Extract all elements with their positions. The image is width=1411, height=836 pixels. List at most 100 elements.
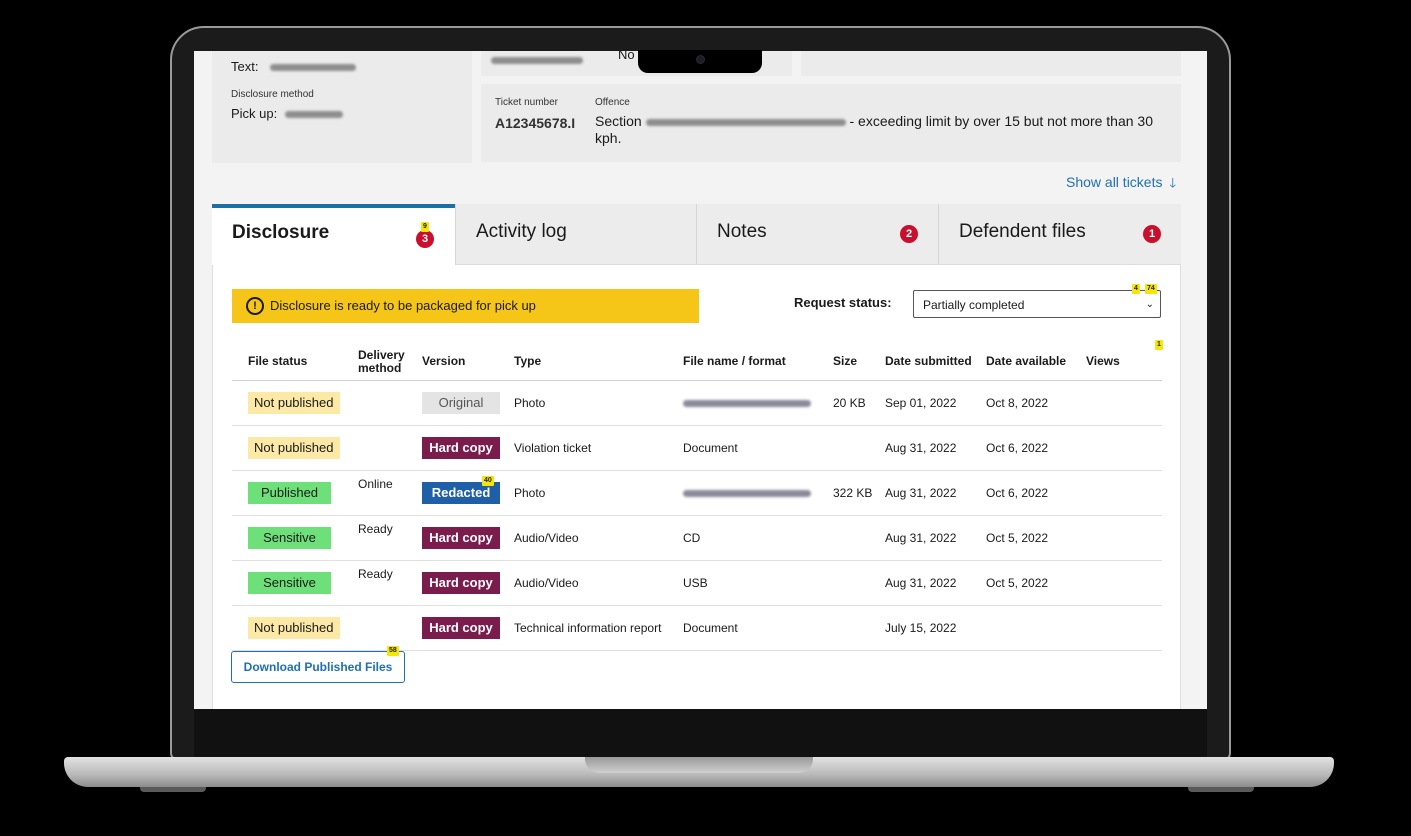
redacted-statute: [645, 118, 846, 126]
pick-up-label: Pick up:: [231, 106, 278, 121]
disclosure-panel: ! Disclosure is ready to be packaged for…: [212, 265, 1181, 709]
download-published-files-button[interactable]: Download Published Files: [231, 651, 405, 683]
cell-date-submitted: Sep 01, 2022: [875, 380, 978, 426]
version-label: Hard copy: [429, 440, 493, 455]
offence-description: - exceeding limit by over 15 but not mor…: [595, 113, 1153, 146]
cell-delivery: Online: [342, 470, 414, 516]
col-type: Type: [506, 343, 675, 381]
cell-delivery: Ready: [342, 515, 414, 561]
cell-file-name: [675, 470, 825, 516]
cell-file: USB: [683, 576, 708, 590]
version-label: Hard copy: [429, 530, 493, 545]
show-all-tickets-label: Show all tickets: [1066, 174, 1163, 190]
version-badge: Original: [422, 392, 500, 414]
request-status-value: Partially completed: [923, 298, 1025, 312]
ticket-number: A12345678.I: [495, 115, 576, 131]
cell-date-available: [978, 605, 1078, 651]
col-size: Size: [825, 343, 875, 381]
cell-type: Technical information report: [506, 605, 675, 651]
redacted-location: [284, 111, 343, 119]
request-status-select[interactable]: Partially completed ⌄: [913, 290, 1161, 318]
offence-text: Section - exceeding limit by over 15 but…: [595, 113, 1155, 147]
version-label: Redacted: [431, 485, 491, 500]
cell-file-name: Document: [675, 605, 825, 651]
table-row[interactable]: Not published Original Photo 20 KB Sep 0…: [232, 380, 1162, 426]
cell-date-submitted: Aug 31, 2022: [875, 515, 978, 561]
cell-date-available: Oct 6, 2022: [978, 425, 1078, 471]
redacted-file-link[interactable]: [683, 400, 811, 408]
camera-icon: [696, 55, 705, 64]
offence-prefix: Section: [595, 113, 642, 129]
cell-views: [1078, 380, 1162, 426]
cell-views: [1078, 605, 1162, 651]
tab-defendent-files[interactable]: Defendent files 1: [938, 204, 1181, 265]
table-header-row: File status Delivery method Version Type…: [232, 343, 1162, 381]
cell-type: Photo: [506, 380, 675, 426]
cell-file-name: CD: [675, 515, 825, 561]
ticket-card: Ticket number Offence A12345678.I Sectio…: [481, 84, 1181, 162]
table-row[interactable]: Sensitive Ready Hard copy Audio/Video CD…: [232, 515, 1162, 561]
cell-file: Document: [683, 441, 738, 455]
col-views: Views: [1078, 343, 1162, 381]
arrow-down-icon: 🡓: [1169, 175, 1177, 190]
file-status-badge: Not published: [248, 437, 340, 459]
table-row[interactable]: Not published Hard copy Technical inform…: [232, 605, 1162, 651]
tab-disclosure-label: Disclosure: [232, 222, 330, 243]
laptop-foot-left: [140, 787, 206, 792]
cell-date-available: Oct 5, 2022: [978, 515, 1078, 561]
laptop-foot-right: [1188, 787, 1254, 792]
cell-file: Document: [683, 621, 738, 635]
redacted-phone: [270, 64, 357, 72]
redacted-file-link[interactable]: [683, 490, 811, 498]
col-date-submitted: Date submitted: [875, 343, 978, 381]
tab-notes-badge: 2: [900, 225, 918, 243]
cell-date-available: Oct 8, 2022: [978, 380, 1078, 426]
cell-date-submitted: Aug 31, 2022: [875, 470, 978, 516]
cell-size: [825, 425, 875, 471]
disclosure-method-label: Disclosure method: [231, 89, 314, 100]
version-label: Hard copy: [429, 620, 493, 635]
cell-delivery: [342, 425, 414, 471]
marker-redacted: 40: [482, 476, 494, 486]
cell-type: Audio/Video: [506, 560, 675, 606]
file-status-badge: Not published: [248, 392, 340, 414]
marker-select-a: 4: [1132, 284, 1140, 294]
cell-type: Photo: [506, 470, 675, 516]
ready-alert: ! Disclosure is ready to be packaged for…: [232, 289, 699, 323]
info-card: [801, 51, 1181, 76]
cell-views: [1078, 515, 1162, 561]
cell-delivery: Ready: [342, 560, 414, 606]
version-badge: Hard copy: [422, 437, 500, 459]
table-row[interactable]: Sensitive Ready Hard copy Audio/Video US…: [232, 560, 1162, 606]
ticket-number-label: Ticket number: [495, 97, 558, 108]
cell-file-name: Document: [675, 425, 825, 471]
table-row[interactable]: Not published Hard copy Violation ticket…: [232, 425, 1162, 471]
tab-disclosure[interactable]: Disclosure 3 9: [212, 204, 455, 265]
file-status-badge: Published: [248, 482, 331, 504]
laptop-chin: [194, 709, 1207, 757]
file-status-badge: Sensitive: [248, 572, 331, 594]
cell-date-submitted: July 15, 2022: [875, 605, 978, 651]
contact-card: Text: Disclosure method Pick up:: [212, 51, 472, 163]
cell-file-name: USB: [675, 560, 825, 606]
col-file-name: File name / format: [675, 343, 825, 381]
cell-type: Violation ticket: [506, 425, 675, 471]
cell-size: 20 KB: [825, 380, 875, 426]
cell-date-submitted: Aug 31, 2022: [875, 560, 978, 606]
tab-defendent-files-label: Defendent files: [959, 221, 1086, 242]
tab-activity-log[interactable]: Activity log: [455, 204, 696, 265]
cell-views: [1078, 470, 1162, 516]
cell-views: [1078, 560, 1162, 606]
table-row[interactable]: Published Online Redacted 40 Photo 322 KB…: [232, 470, 1162, 516]
file-status-badge: Sensitive: [248, 527, 331, 549]
cell-size: 322 KB: [825, 470, 875, 516]
tab-notes[interactable]: Notes 2: [696, 204, 938, 265]
cell-size: [825, 515, 875, 561]
download-button-label: Download Published Files: [243, 660, 393, 674]
tab-bar: Disclosure 3 9 Activity log Notes 2 Defe…: [212, 204, 1181, 265]
no-label: No: [618, 51, 635, 62]
show-all-tickets-link[interactable]: Show all tickets 🡓: [1066, 174, 1176, 196]
version-badge: Hard copy: [422, 617, 500, 639]
col-delivery-method: Delivery method: [342, 343, 414, 381]
col-date-available: Date available: [978, 343, 1078, 381]
